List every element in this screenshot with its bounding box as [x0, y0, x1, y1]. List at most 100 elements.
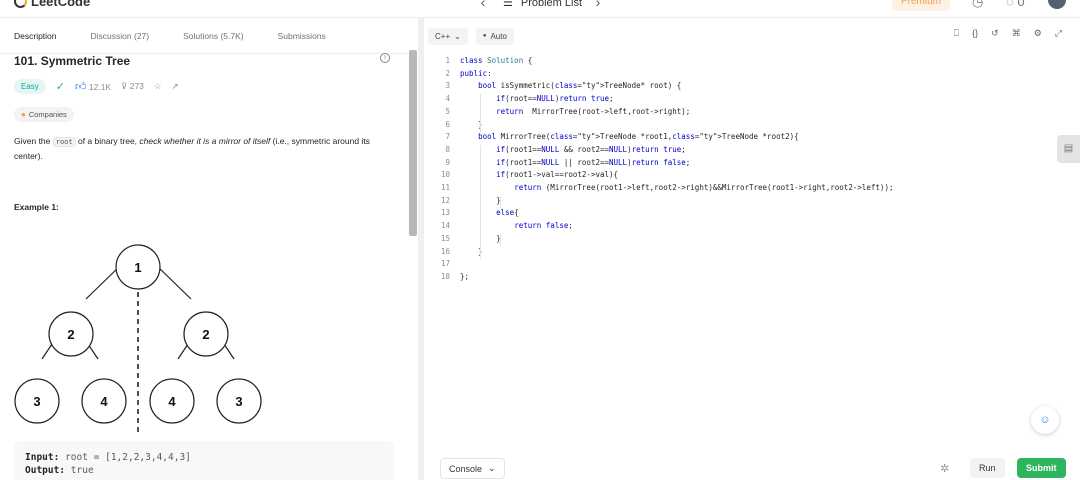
prev-problem-button[interactable]: ‹ [473, 0, 493, 14]
console-label: Console [449, 463, 483, 474]
line-number: 4 [445, 94, 450, 104]
info-icon[interactable]: i [380, 53, 390, 63]
line-number: 12 [440, 195, 450, 205]
editor-toolbar: C++ ⌄ ● Auto ⎕ {} ↺ ⌘ ⚙ ⤢ [424, 18, 1080, 54]
streak-count: 0 [1017, 0, 1025, 9]
dislike-button[interactable]: ⊽ 273 [121, 81, 144, 92]
output-line: Output: true [25, 464, 383, 477]
expand-icon[interactable]: ⤢ [1055, 28, 1062, 39]
next-problem-button[interactable]: › [588, 0, 608, 14]
language-select[interactable]: C++ ⌄ [428, 27, 468, 45]
chat-icon: ☺ [1039, 414, 1051, 426]
code-editor[interactable]: 1 class Solution {2 public: 3 bool isSymmet… [424, 54, 1080, 288]
code-text: return (MirrorTree(root1->left,root2->ri… [514, 183, 894, 192]
indent-guide [500, 195, 501, 209]
tree-node-label: 1 [134, 260, 141, 275]
code-text: if(root1==NULL && root2==NULL)return tru… [496, 144, 686, 154]
problem-list-button[interactable]: ☰ Problem List [503, 0, 582, 9]
tree-node-label: 3 [235, 394, 242, 409]
desc-text: of a binary tree, [75, 136, 140, 146]
tag-icon: ● [21, 110, 26, 119]
input-label: Input: [25, 452, 60, 463]
code-text: public: [460, 68, 492, 78]
leetcode-logo[interactable]: LeetCode [14, 0, 90, 9]
bookmark-icon[interactable]: ⎕ [954, 28, 959, 39]
debug-icon[interactable]: ✲ [940, 462, 949, 475]
difficulty-badge: Easy [14, 79, 46, 94]
tree-node-label: 4 [168, 394, 176, 409]
logo-text: LeetCode [31, 0, 91, 9]
share-icon[interactable]: ↗ [172, 81, 179, 92]
tab-discussion[interactable]: Discussion (27) [91, 31, 150, 41]
code-text: if(root1->val==root2->val){ [496, 170, 619, 180]
console-button[interactable]: Console ⌄ [440, 458, 505, 479]
line-number: 5 [445, 106, 450, 116]
code-text: if(root1==NULL || root2==NULL)return fal… [496, 157, 691, 167]
line-number: 6 [445, 119, 450, 129]
star-icon[interactable]: ☆ [154, 81, 162, 92]
line-number: 18 [440, 271, 450, 281]
mode-toggle[interactable]: ● Auto [475, 27, 514, 45]
tab-solutions[interactable]: Solutions (5.7K) [183, 31, 243, 41]
streak-indicator[interactable]: ◌ 0 [1006, 0, 1025, 9]
left-tabs: Description Discussion (27) Solutions (5… [0, 18, 408, 54]
description-scrollbar[interactable] [409, 50, 417, 236]
code-text: bool isSymmetric(class="ty">TreeNode* ro… [478, 81, 682, 91]
companies-tag[interactable]: ● Companies [14, 107, 74, 122]
logo-icon [14, 0, 27, 8]
code-text: class Solution { [460, 56, 533, 65]
reset-icon[interactable]: ↺ [991, 28, 999, 39]
solved-check-icon: ✓ [55, 81, 66, 93]
indent-guide [480, 144, 481, 260]
bottom-bar: Console ⌄ ✲ Run Submit [440, 458, 1070, 480]
line-number: 17 [440, 259, 450, 269]
clock-icon[interactable]: ◷ [972, 0, 983, 10]
notes-side-button[interactable]: ▤ [1057, 135, 1080, 163]
like-count: 12.1K [88, 82, 112, 92]
tab-description[interactable]: Description [14, 31, 57, 41]
code-text: else{ [496, 208, 519, 218]
code-text: return MirrorTree(root->left,root->right… [496, 106, 691, 116]
problem-meta: Easy ✓ 👍︎ 12.1K ⊽ 273 ☆ ↗ [14, 79, 179, 94]
example-io-box: Input: root = [1,2,2,3,4,4,3] Output: tr… [14, 441, 394, 480]
chevron-down-icon: ⌄ [488, 463, 496, 473]
settings-icon[interactable]: ⚙ [1034, 28, 1042, 39]
companies-label: Companies [28, 110, 67, 119]
thumbs-up-icon: 👍︎ [75, 81, 87, 93]
shortcut-icon[interactable]: ⌘ [1012, 28, 1021, 39]
indent-guide [500, 233, 501, 247]
description-panel: Description Discussion (27) Solutions (5… [0, 18, 408, 480]
list-icon: ☰ [503, 0, 513, 9]
chevron-left-icon: ‹ [480, 0, 486, 10]
code-text: }; [460, 271, 470, 281]
line-number: 14 [440, 221, 450, 231]
fire-icon: ◌ [1006, 0, 1014, 9]
editor-panel: C++ ⌄ ● Auto ⎕ {} ↺ ⌘ ⚙ ⤢ 1 class Solutio… [424, 18, 1080, 480]
code-text: return false; [514, 221, 573, 231]
indent-guide [480, 94, 481, 133]
inline-code: root [52, 137, 76, 147]
line-number: 8 [445, 144, 450, 154]
tree-node-label: 2 [67, 327, 74, 342]
chevron-right-icon: › [595, 0, 601, 10]
like-button[interactable]: 👍︎ 12.1K [75, 80, 111, 93]
top-navbar: LeetCode ‹ ☰ Problem List › Premium ◷ ◌ … [0, 0, 1080, 18]
chevron-down-icon: ⌄ [454, 31, 461, 41]
line-number: 13 [440, 208, 450, 218]
code-text: if(root==NULL)return true; [496, 94, 614, 104]
premium-button[interactable]: Premium [892, 0, 951, 11]
dislike-count: 273 [129, 81, 144, 91]
run-button[interactable]: Run [970, 458, 1005, 478]
code-text: bool MirrorTree(class="ty">TreeNode *roo… [478, 132, 799, 142]
submit-button[interactable]: Submit [1017, 458, 1066, 478]
avatar[interactable] [1048, 0, 1066, 9]
dot-icon: ● [482, 33, 487, 39]
file-icon: ▤ [1063, 143, 1074, 154]
tab-submissions[interactable]: Submissions [278, 31, 326, 41]
editor-actions: ⎕ {} ↺ ⌘ ⚙ ⤢ [954, 28, 1062, 39]
braces-icon[interactable]: {} [972, 28, 978, 39]
desc-text: Given the [14, 136, 53, 146]
line-number: 16 [440, 246, 450, 256]
feedback-chat-button[interactable]: ☺ [1031, 406, 1059, 434]
desc-emphasis: check whether it is a mirror of itself [139, 136, 271, 146]
